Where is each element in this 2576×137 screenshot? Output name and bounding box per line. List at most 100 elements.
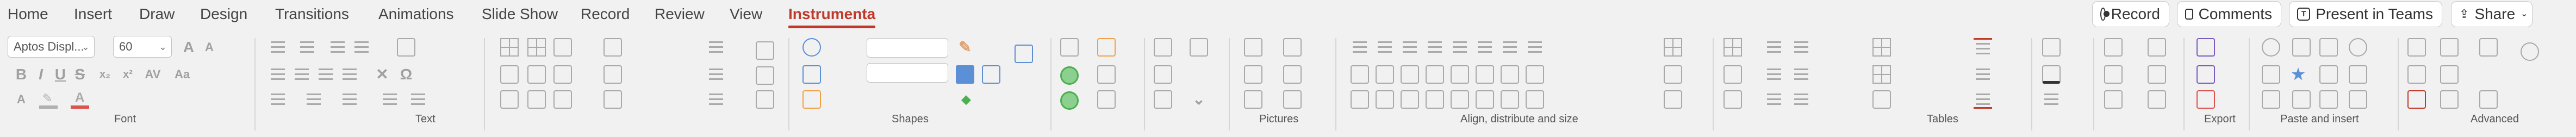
margin-icon[interactable] — [1501, 90, 1519, 109]
table-spacing-icon[interactable] — [1765, 90, 1783, 109]
distribute-h-icon[interactable] — [1501, 38, 1519, 57]
table-export-icon[interactable] — [1872, 90, 1891, 109]
change-case-icon[interactable]: Aa — [173, 65, 191, 84]
align-centers-icon[interactable] — [1376, 38, 1394, 57]
align-left-edges-icon[interactable] — [1351, 38, 1369, 57]
table-merge-icon[interactable] — [1723, 90, 1742, 109]
compress-icon[interactable] — [1244, 65, 1262, 84]
layout-icon-2[interactable] — [2148, 65, 2166, 84]
arrow-style-icon[interactable] — [707, 90, 725, 109]
split-shape-icon[interactable] — [500, 65, 519, 84]
align-right-edges-icon[interactable] — [1401, 38, 1419, 57]
resize-icon[interactable] — [1351, 90, 1369, 109]
justify-icon[interactable] — [340, 65, 359, 84]
table-split-icon[interactable] — [1723, 65, 1742, 84]
border-icon[interactable] — [2042, 90, 2061, 109]
subscript-icon[interactable]: x₂ — [96, 65, 114, 84]
tab-design[interactable]: Design — [200, 3, 247, 25]
image-swap-icon[interactable] — [1154, 90, 1172, 109]
align-right-icon[interactable] — [316, 65, 335, 84]
insert-image-icon[interactable] — [2262, 65, 2280, 84]
notes-icon[interactable] — [2440, 38, 2459, 57]
text-direction-icon[interactable] — [397, 38, 415, 57]
same-size-icon[interactable] — [1401, 65, 1419, 84]
crop-shape-icon[interactable] — [1283, 38, 1302, 57]
tab-transitions[interactable]: Transitions — [275, 3, 349, 25]
table-size-icon[interactable] — [1792, 90, 1810, 109]
shape-width-icon[interactable] — [802, 65, 821, 84]
grow-font-icon[interactable]: A — [179, 38, 198, 57]
present-in-teams-button[interactable]: T Present in Teams — [2289, 1, 2442, 27]
reset-picture-icon[interactable] — [1283, 65, 1302, 84]
stack-shape-icon[interactable] — [553, 65, 572, 84]
insert-link-icon[interactable] — [2349, 90, 2367, 109]
green-circle-icon-2[interactable] — [1060, 91, 1079, 110]
same-height-icon[interactable] — [1376, 65, 1394, 84]
tag-icon[interactable] — [1097, 38, 1116, 57]
underline-icon[interactable]: U — [51, 65, 70, 84]
group-align-icon[interactable] — [1476, 90, 1494, 109]
table-format-icon[interactable] — [1872, 38, 1891, 57]
fill-swatch-icon[interactable] — [956, 65, 974, 84]
decrease-indent-icon[interactable] — [328, 38, 347, 57]
line-spacing-icon[interactable] — [269, 90, 287, 109]
export-pdf-icon[interactable] — [2197, 38, 2215, 57]
translate-icon[interactable] — [2440, 90, 2459, 109]
shape-width-field[interactable] — [867, 38, 948, 58]
table-rows-icon[interactable] — [1765, 38, 1783, 57]
dash-style-icon[interactable] — [707, 65, 725, 84]
tag-label-icon[interactable] — [2440, 65, 2459, 84]
shape-height-field[interactable] — [867, 63, 948, 83]
remove-icon[interactable]: ✕ — [373, 65, 391, 84]
tab-instrumenta[interactable]: Instrumenta — [788, 3, 876, 28]
highlight-color-icon[interactable]: ✎ — [39, 90, 58, 109]
symbol-icon[interactable]: Ω — [397, 65, 415, 84]
fill-color-icon[interactable] — [603, 38, 622, 57]
font-size-input[interactable]: 60 ⌄ — [113, 36, 172, 58]
emoji-icon[interactable] — [2349, 38, 2367, 57]
picture-frame-icon[interactable] — [1190, 38, 1208, 57]
duplicate-icon[interactable] — [1097, 65, 1116, 84]
blank-slot-icon-3[interactable] — [2104, 90, 2123, 109]
insert-chart-icon[interactable] — [2292, 90, 2311, 109]
format-painter-icon[interactable]: ✎ — [956, 38, 974, 57]
align-bottom-icon[interactable] — [1476, 38, 1494, 57]
save-icon[interactable] — [2197, 65, 2215, 84]
tab-home[interactable]: Home — [8, 3, 48, 25]
paste-position-icon[interactable] — [2292, 38, 2311, 57]
numbering-icon[interactable] — [298, 38, 316, 57]
shape-height-icon[interactable] — [802, 90, 821, 109]
line-top-icon[interactable] — [1974, 38, 1992, 57]
send-backward-icon[interactable] — [756, 66, 774, 85]
sticky-note-icon[interactable] — [527, 90, 546, 109]
spacing-icon[interactable] — [1526, 90, 1544, 109]
strikethrough-icon[interactable]: S — [71, 65, 89, 84]
tab-insert[interactable]: Insert — [74, 3, 112, 25]
shrink-font-icon[interactable]: A — [200, 38, 219, 57]
text-color-icon[interactable] — [2042, 65, 2061, 84]
alt-text-icon[interactable] — [1283, 90, 1302, 109]
layout-icon[interactable] — [2148, 38, 2166, 57]
insert-icon-icon[interactable] — [2262, 90, 2280, 109]
merge-shape-icon[interactable] — [527, 65, 546, 84]
tab-draw[interactable]: Draw — [139, 3, 175, 25]
table-distribute-icon[interactable] — [1765, 65, 1783, 84]
bold-icon[interactable]: B — [12, 65, 30, 84]
insert-text-icon[interactable] — [2349, 65, 2367, 84]
paragraph-spacing-icon[interactable] — [304, 90, 323, 109]
tab-review[interactable]: Review — [655, 3, 705, 25]
record-button[interactable]: Record — [2092, 1, 2169, 27]
autofit-icon[interactable] — [409, 90, 427, 109]
clear-format-icon[interactable]: A — [12, 90, 30, 109]
transparency-icon[interactable] — [1097, 90, 1116, 109]
settings-icon[interactable] — [2479, 38, 2498, 57]
fit-width-icon[interactable] — [1426, 65, 1444, 84]
rotate-icon[interactable] — [1426, 90, 1444, 109]
flip-icon[interactable] — [1451, 90, 1469, 109]
align-top-icon[interactable] — [1426, 38, 1444, 57]
align-center-icon[interactable] — [293, 65, 311, 84]
text-margins-icon[interactable] — [381, 90, 399, 109]
insert-shape-icon[interactable] — [2319, 65, 2338, 84]
outline-swatch-icon[interactable] — [982, 65, 1000, 84]
superscript-icon[interactable]: x² — [119, 65, 137, 84]
